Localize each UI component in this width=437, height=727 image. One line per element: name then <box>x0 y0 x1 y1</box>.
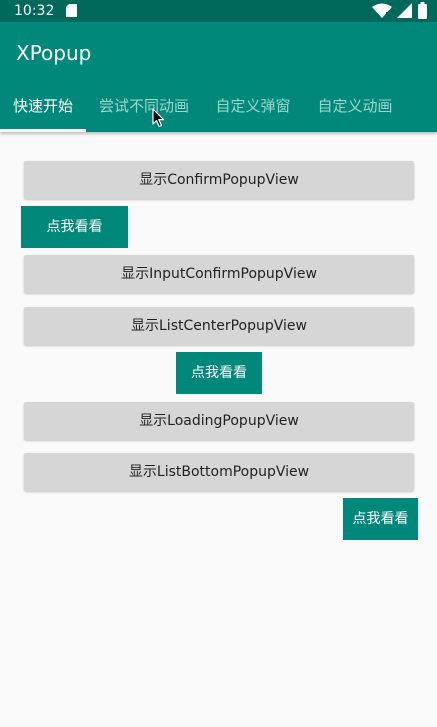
tab-try-animations[interactable]: 尝试不同动画 <box>86 80 202 132</box>
app-title: XPopup <box>16 41 92 65</box>
peek-button[interactable]: 点我看看 <box>176 352 262 394</box>
tab-custom-animation[interactable]: 自定义动画 <box>304 80 406 132</box>
battery-icon <box>418 2 427 19</box>
show-list-center-popup-button[interactable]: 显示ListCenterPopupView <box>24 307 414 345</box>
status-time: 10:32 <box>14 3 55 19</box>
app-bar: XPopup <box>0 22 437 80</box>
status-bar: 10:32 <box>0 0 437 22</box>
peek-button[interactable]: 点我看看 <box>343 498 418 540</box>
show-input-confirm-popup-button[interactable]: 显示InputConfirmPopupView <box>24 255 414 293</box>
peek-button[interactable]: 点我看看 <box>21 206 128 248</box>
sd-card-icon <box>66 4 77 17</box>
signal-icon <box>397 3 412 18</box>
tab-custom-popup[interactable]: 自定义弹窗 <box>202 80 304 132</box>
show-list-bottom-popup-button[interactable]: 显示ListBottomPopupView <box>24 453 414 491</box>
tab-indicator <box>0 129 86 132</box>
show-loading-popup-button[interactable]: 显示LoadingPopupView <box>24 402 414 440</box>
mouse-cursor-icon <box>152 108 165 128</box>
show-confirm-popup-button[interactable]: 显示ConfirmPopupView <box>24 161 414 199</box>
wifi-icon <box>372 3 392 19</box>
tab-bar: 快速开始 尝试不同动画 自定义弹窗 自定义动画 <box>0 80 437 132</box>
tab-quick-start[interactable]: 快速开始 <box>0 80 86 132</box>
